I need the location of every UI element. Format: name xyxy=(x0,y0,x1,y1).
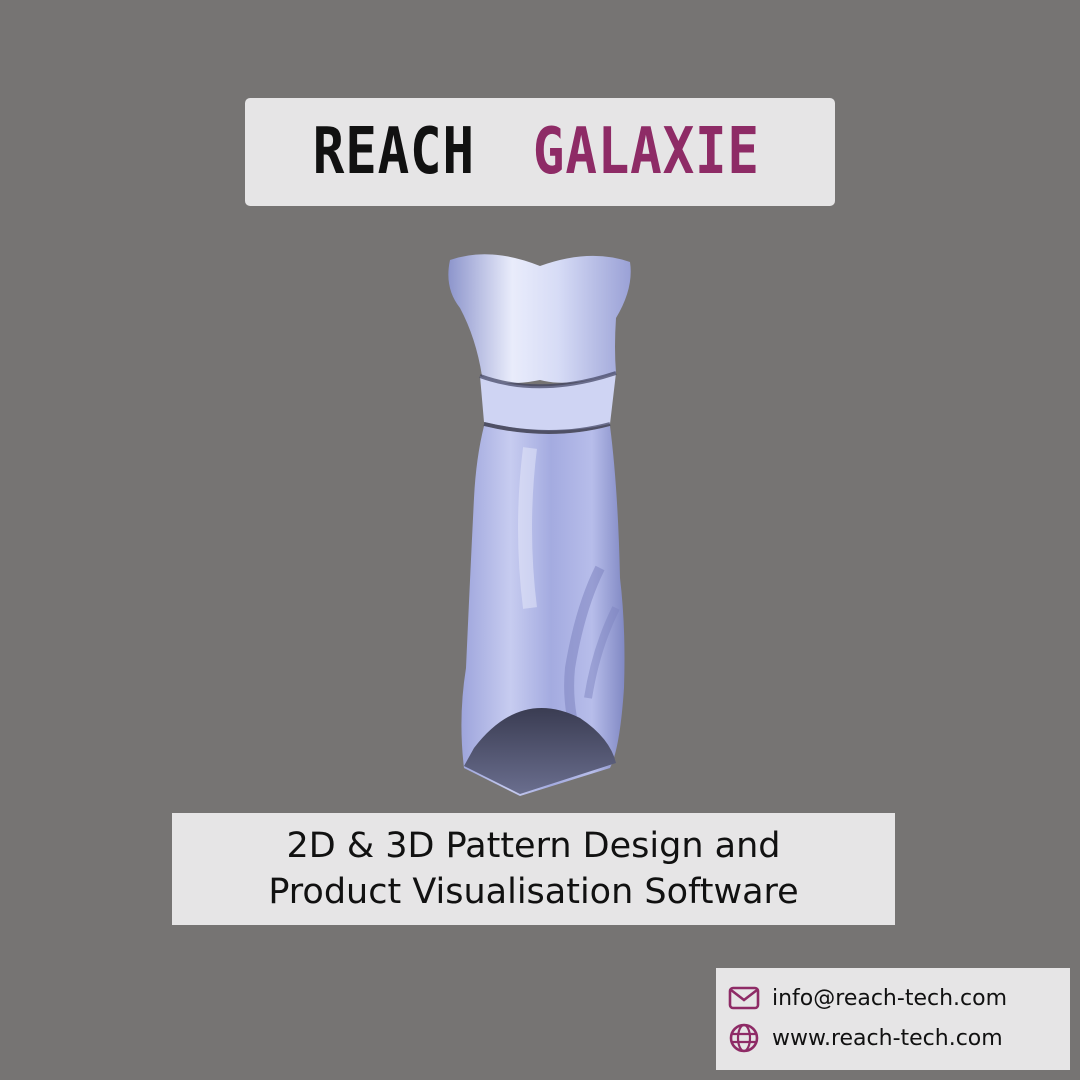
title-reach: REACH xyxy=(312,115,475,189)
contact-email[interactable]: info@reach-tech.com xyxy=(772,986,1007,1011)
contact-panel: info@reach-tech.com www.reach-tech.com xyxy=(716,968,1070,1070)
dress-3d-render xyxy=(448,254,631,796)
title-banner: REACH GALAXIE xyxy=(245,98,835,206)
contact-website[interactable]: www.reach-tech.com xyxy=(772,1026,1003,1051)
subtitle-line-1: 2D & 3D Pattern Design and xyxy=(286,826,781,866)
title-galaxie: GALAXIE xyxy=(533,115,761,189)
contact-email-row[interactable]: info@reach-tech.com xyxy=(728,980,1007,1016)
globe-icon xyxy=(728,1022,760,1054)
subtitle-line-2: Product Visualisation Software xyxy=(268,872,799,912)
dress-illustration xyxy=(420,248,660,800)
envelope-icon xyxy=(728,982,760,1014)
subtitle-banner: 2D & 3D Pattern Design and Product Visua… xyxy=(172,813,895,925)
contact-website-row[interactable]: www.reach-tech.com xyxy=(728,1020,1003,1056)
